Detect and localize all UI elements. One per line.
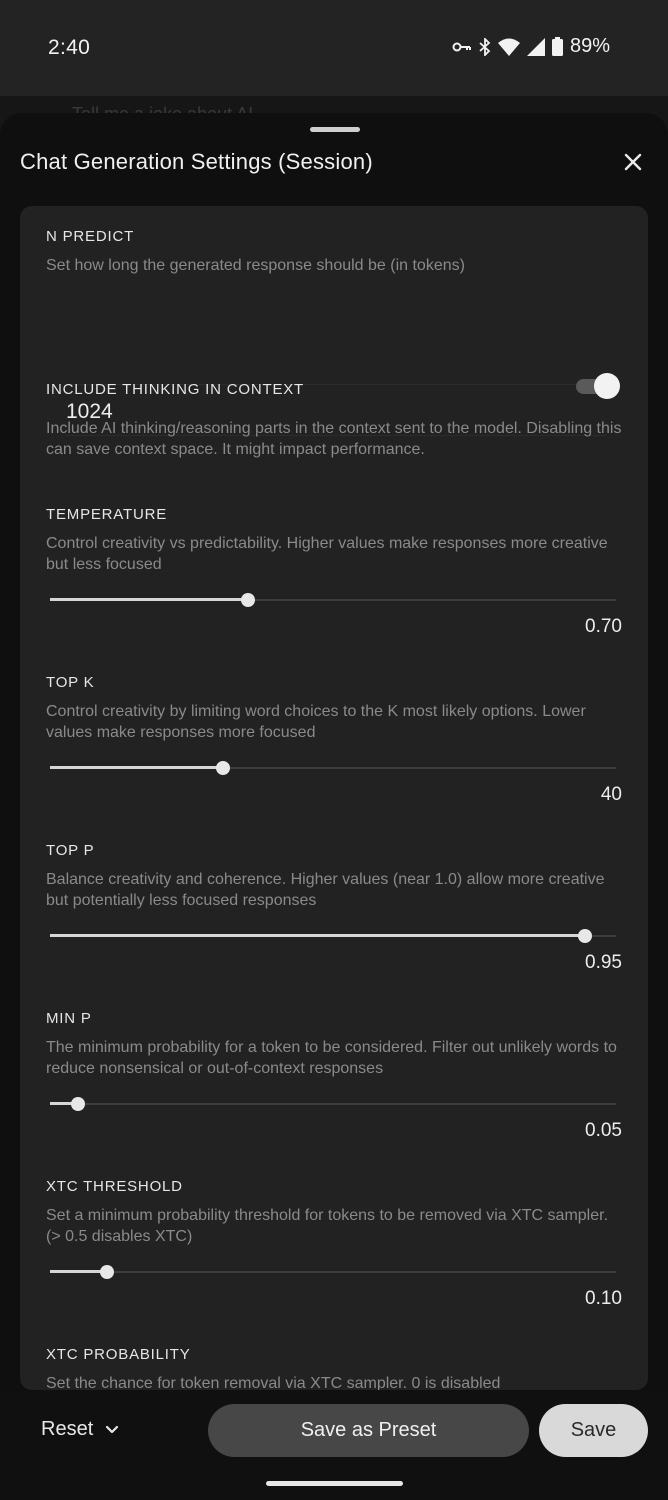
slider-thumb[interactable] (215, 761, 230, 775)
top-p-value: 0.95 (585, 952, 622, 973)
top-k-label: TOP K (46, 674, 95, 691)
save-button[interactable]: Save (539, 1404, 648, 1457)
drag-handle[interactable] (310, 127, 360, 132)
reset-button[interactable]: Reset (41, 1418, 119, 1441)
temperature-section: TEMPERATURE Control creativity vs predic… (46, 506, 626, 575)
battery-percent: 89% (569, 35, 610, 57)
slider-fill (50, 1270, 107, 1273)
slider-track (50, 1271, 616, 1273)
sheet-title: Chat Generation Settings (Session) (20, 149, 373, 174)
slider-fill (50, 934, 585, 937)
min-p-value: 0.05 (585, 1120, 622, 1141)
close-icon[interactable] (622, 151, 644, 173)
battery-icon (551, 37, 563, 56)
slider-thumb[interactable] (577, 929, 592, 943)
sheet-footer: Reset Save as Preset Save (0, 1391, 668, 1500)
xtc-threshold-slider[interactable] (50, 1262, 616, 1282)
n-predict-section: N PREDICT Set how long the generated res… (46, 228, 626, 276)
toggle-thumb (594, 373, 620, 399)
top-p-section: TOP P Balance creativity and coherence. … (46, 842, 626, 911)
min-p-section: MIN P The minimum probability for a toke… (46, 1010, 626, 1079)
save-as-preset-button[interactable]: Save as Preset (208, 1404, 529, 1457)
slider-thumb[interactable] (71, 1097, 86, 1111)
top-p-label: TOP P (46, 842, 95, 859)
min-p-description: The minimum probability for a token to b… (46, 1039, 617, 1077)
thinking-label: INCLUDE THINKING IN CONTEXT (46, 381, 305, 398)
xtc-threshold-description: Set a minimum probability threshold for … (46, 1207, 609, 1245)
status-icons: 89% (452, 35, 610, 58)
xtc-threshold-label: XTC THRESHOLD (46, 1178, 183, 1195)
chevron-down-icon (105, 1418, 119, 1441)
xtc-probability-label: XTC PROBABILITY (46, 1346, 191, 1363)
top-k-description: Control creativity by limiting word choi… (46, 703, 586, 741)
slider-fill (50, 766, 223, 769)
xtc-threshold-section: XTC THRESHOLD Set a minimum probability … (46, 1178, 626, 1247)
min-p-label: MIN P (46, 1010, 92, 1027)
home-indicator (266, 1481, 403, 1486)
status-bar: 2:40 89% Tell me a joke about AI (0, 0, 668, 124)
n-predict-description: Set how long the generated response shou… (46, 257, 465, 274)
slider-track (50, 1103, 616, 1105)
top-k-slider[interactable] (50, 758, 616, 778)
top-p-description: Balance creativity and coherence. Higher… (46, 871, 605, 909)
top-k-section: TOP K Control creativity by limiting wor… (46, 674, 626, 743)
min-p-slider[interactable] (50, 1094, 616, 1114)
reset-label: Reset (41, 1418, 94, 1440)
thinking-section: INCLUDE THINKING IN CONTEXT Include AI t… (46, 381, 626, 460)
slider-thumb[interactable] (241, 593, 256, 607)
temperature-label: TEMPERATURE (46, 506, 168, 523)
settings-sheet: Chat Generation Settings (Session) N PRE… (0, 113, 668, 1500)
temperature-description: Control creativity vs predictability. Hi… (46, 535, 608, 573)
n-predict-label: N PREDICT (46, 228, 135, 245)
temperature-slider[interactable] (50, 590, 616, 610)
top-p-slider[interactable] (50, 926, 616, 946)
temperature-value: 0.70 (585, 616, 622, 637)
signal-icon (526, 37, 545, 56)
top-k-value: 40 (600, 784, 622, 805)
thinking-toggle[interactable] (576, 373, 620, 399)
slider-fill (50, 598, 249, 601)
xtc-probability-description: Set the chance for token removal via XTC… (46, 1375, 501, 1390)
slider-thumb[interactable] (99, 1265, 114, 1279)
bluetooth-icon (479, 37, 491, 56)
thinking-description: Include AI thinking/reasoning parts in t… (46, 420, 622, 458)
status-time: 2:40 (48, 36, 91, 59)
vpn-key-icon (452, 40, 472, 54)
wifi-icon (497, 38, 520, 56)
xtc-probability-section: XTC PROBABILITY Set the chance for token… (46, 1346, 626, 1390)
settings-card: N PREDICT Set how long the generated res… (20, 206, 648, 1390)
xtc-threshold-value: 0.10 (585, 1288, 622, 1309)
